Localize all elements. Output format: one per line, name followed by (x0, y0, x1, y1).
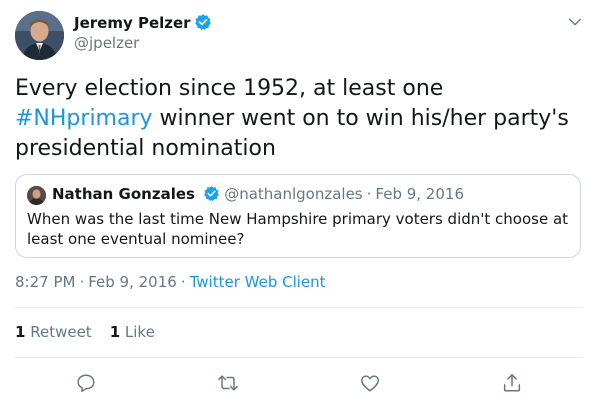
reply-icon[interactable] (75, 372, 97, 394)
quoted-author-avatar[interactable] (27, 186, 46, 205)
retweet-count-number: 1 (15, 323, 26, 341)
author-name-text[interactable]: Jeremy Pelzer (74, 14, 191, 32)
tweet: Jeremy Pelzer @jpelzer Every election si… (0, 0, 598, 407)
retweet-icon[interactable] (217, 372, 239, 394)
like-count[interactable]: 1 Like (110, 323, 155, 341)
retweet-count-label: Retweet (30, 323, 92, 341)
meta-separator: · (79, 273, 85, 291)
tweet-text-start: Every election since 1952, at least one (15, 76, 444, 101)
quoted-tweet-text: When was the last time New Hampshire pri… (27, 210, 569, 248)
quoted-tweet[interactable]: Nathan Gonzales @nathanlgonzales · Feb 9, … (15, 174, 581, 258)
tweet-source-link[interactable]: Twitter Web Client (190, 273, 326, 291)
author-avatar[interactable] (15, 11, 64, 60)
divider (15, 357, 583, 358)
verified-badge-icon (203, 185, 220, 206)
quoted-date[interactable]: Feb 9, 2016 (375, 185, 464, 203)
meta-separator: · (180, 273, 186, 291)
author-name[interactable]: Jeremy Pelzer (74, 13, 212, 35)
like-count-label: Like (124, 323, 155, 341)
tweet-date[interactable]: Feb 9, 2016 (88, 273, 177, 291)
hashtag-link[interactable]: #NHprimary (15, 106, 153, 131)
quoted-author-name[interactable]: Nathan Gonzales (52, 185, 195, 203)
quoted-author-line: Nathan Gonzales @nathanlgonzales · Feb 9, … (52, 185, 464, 206)
author-handle[interactable]: @jpelzer (74, 34, 139, 52)
chevron-down-icon[interactable] (566, 13, 584, 31)
like-icon[interactable] (359, 372, 381, 394)
divider (15, 307, 583, 308)
tweet-text: Every election since 1952, at least one … (15, 74, 585, 164)
quoted-separator: · (366, 185, 372, 203)
tweet-time[interactable]: 8:27 PM (15, 273, 75, 291)
like-count-number: 1 (109, 323, 121, 341)
share-icon[interactable] (501, 372, 523, 394)
tweet-metadata: 8:27 PM · Feb 9, 2016 · Twitter Web Client (15, 273, 326, 291)
tweet-stats: 1 Retweet 1 Like (15, 323, 155, 341)
verified-badge-icon (194, 13, 212, 35)
retweet-count[interactable]: 1 Retweet (15, 323, 92, 341)
quoted-author-handle[interactable]: @nathanlgonzales (224, 185, 362, 203)
